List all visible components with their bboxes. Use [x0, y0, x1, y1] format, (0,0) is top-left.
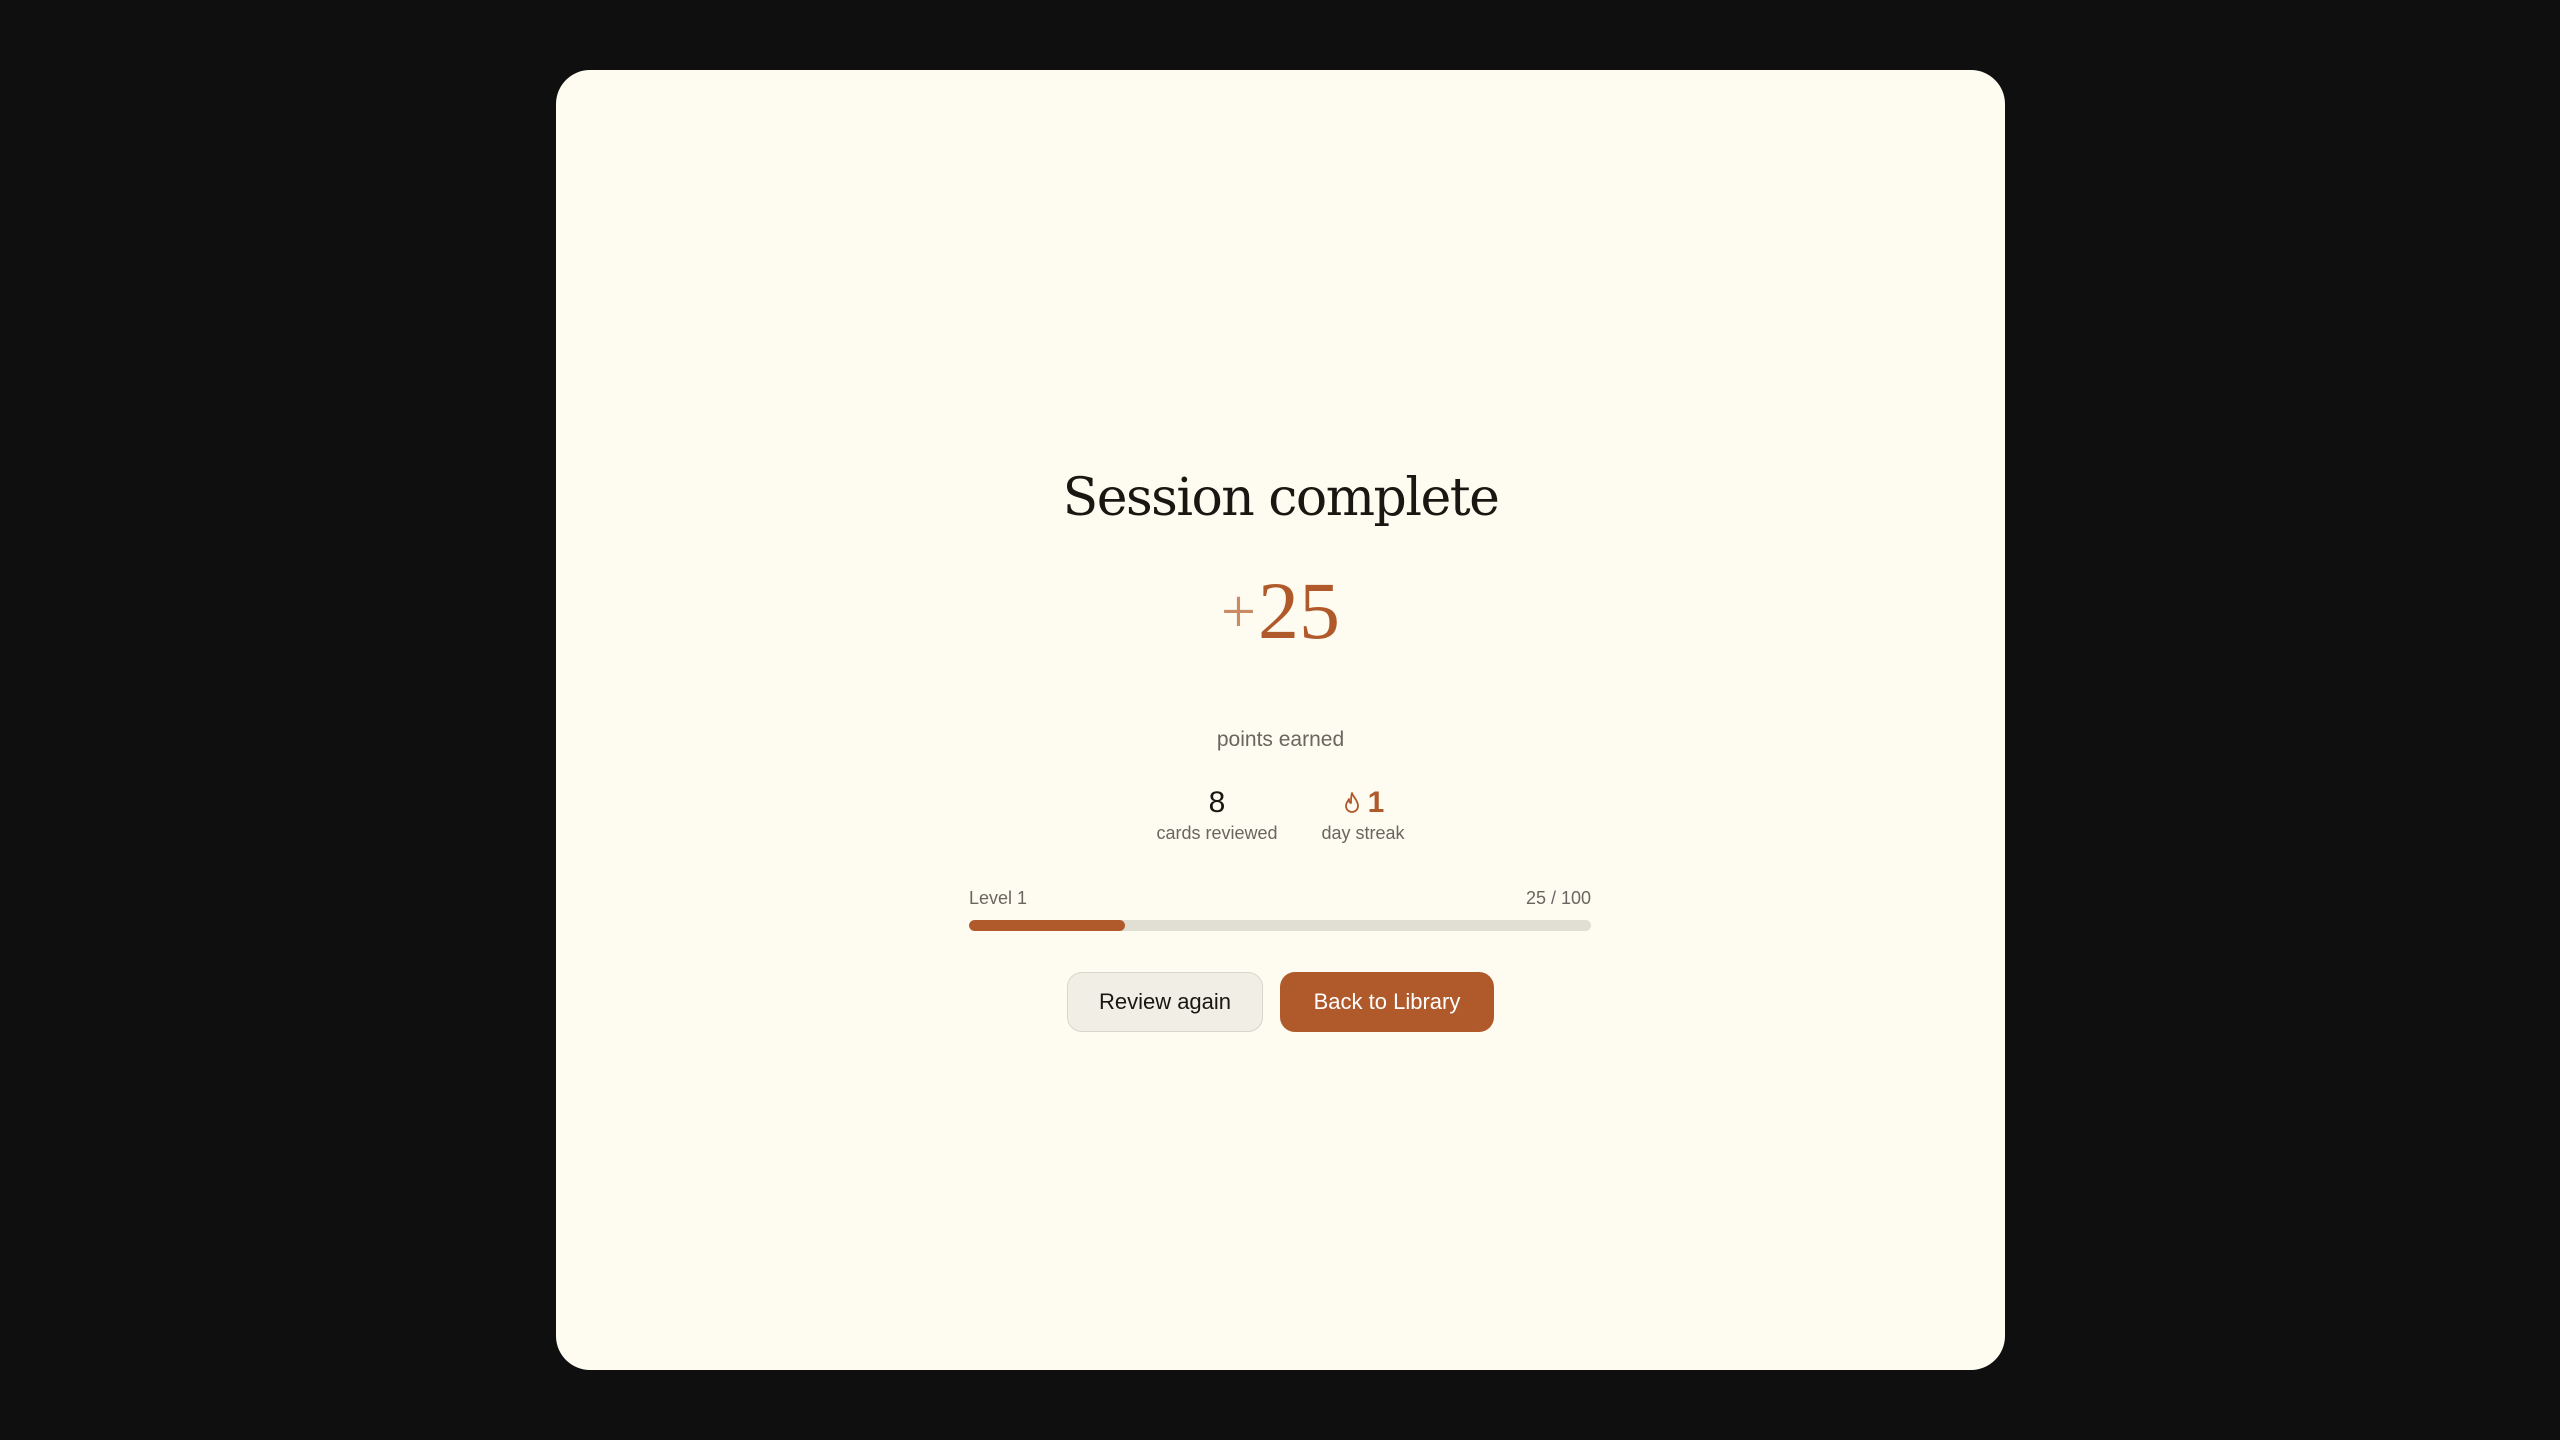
points-prefix: + — [1221, 578, 1256, 646]
level-row: Level 1 25 / 100 — [969, 888, 1591, 909]
cards-reviewed-label: cards reviewed — [1156, 823, 1278, 843]
points-value: 25 — [1257, 565, 1340, 656]
back-to-library-button[interactable]: Back to Library — [1280, 972, 1494, 1032]
level-progress-fill — [969, 920, 1125, 931]
cards-reviewed-value: 8 — [1208, 786, 1226, 819]
level-progress-bar — [969, 920, 1591, 931]
level-progress-text: 25 / 100 — [1525, 888, 1591, 908]
action-buttons: Review again Back to Library — [556, 972, 2005, 1032]
day-streak-value: 1 — [1367, 786, 1385, 819]
day-streak-value-row: 1 — [1342, 786, 1385, 819]
level-label: Level 1 — [969, 888, 1028, 908]
stats-row: 8 cards reviewed 1 day streak — [556, 786, 2005, 844]
review-again-button[interactable]: Review again — [1067, 972, 1263, 1032]
points-label: points earned — [1216, 728, 1345, 751]
flame-icon — [1344, 791, 1359, 813]
day-streak-label: day streak — [1321, 823, 1405, 843]
page-title: Session complete — [1062, 468, 1500, 528]
app-window: Session complete +25 points earned 8 car… — [556, 70, 2005, 1370]
session-summary: Session complete +25 points earned 8 car… — [556, 70, 2005, 1370]
stat-cards-reviewed: 8 cards reviewed — [1156, 786, 1277, 844]
points-earned: +25 — [556, 570, 2005, 652]
stat-day-streak: 1 day streak — [1322, 786, 1405, 844]
